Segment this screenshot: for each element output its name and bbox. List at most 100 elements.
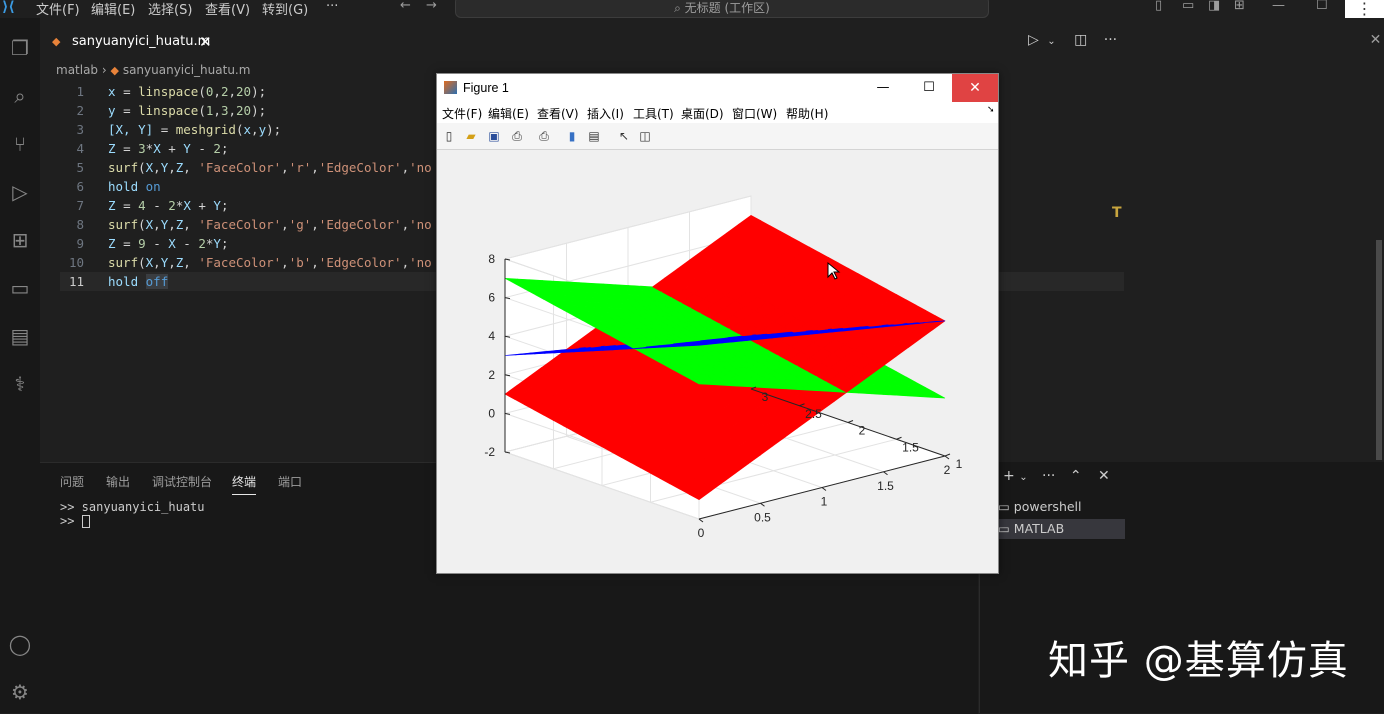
- matlab-logo-icon: [444, 81, 457, 94]
- more-actions-icon[interactable]: ···: [1042, 468, 1055, 484]
- notebook-icon[interactable]: ▤: [4, 320, 36, 352]
- fig-menu-insert[interactable]: 插入(I): [587, 105, 624, 122]
- line-number: 2: [76, 103, 84, 118]
- z-tick-label: 8: [488, 252, 495, 266]
- menu-go[interactable]: 转到(G): [262, 0, 308, 18]
- close-secondary-icon[interactable]: ✕: [1370, 32, 1382, 48]
- x-tick-label: 0: [698, 526, 705, 540]
- print-preview-icon[interactable]: ⎙: [536, 128, 552, 144]
- terminal-item-label: MATLAB: [1013, 521, 1065, 536]
- breadcrumb-folder[interactable]: matlab: [56, 63, 98, 77]
- fig-menu-edit[interactable]: 编辑(E): [488, 105, 529, 122]
- toggle-secondary-sidebar-icon[interactable]: ◨: [1208, 0, 1220, 13]
- line-number: 11: [68, 274, 84, 289]
- new-figure-icon[interactable]: ▯: [441, 128, 457, 144]
- print-icon[interactable]: ⎙: [509, 128, 525, 144]
- customize-layout-icon[interactable]: ⊞: [1234, 0, 1245, 13]
- source-control-icon[interactable]: ⑂: [4, 128, 36, 160]
- x-tick: [821, 487, 827, 491]
- dock-arrow-icon[interactable]: ➘: [987, 105, 995, 115]
- chevron-right-icon: ›: [101, 63, 111, 77]
- toggle-sidebar-icon[interactable]: ▯: [1155, 0, 1162, 13]
- fig-menu-help[interactable]: 帮助(H): [786, 105, 828, 122]
- vscode-logo-icon: ⟩⟨: [2, 0, 15, 15]
- legend-icon[interactable]: ▤: [586, 128, 602, 144]
- terminal-item-powershell[interactable]: ▭ powershell: [998, 497, 1125, 517]
- back-arrow-icon[interactable]: ←: [400, 0, 411, 13]
- more-actions-icon[interactable]: ···: [1104, 32, 1117, 48]
- fig-menu-window[interactable]: 窗口(W): [732, 105, 777, 122]
- tab-debug-console[interactable]: 调试控制台: [152, 473, 212, 490]
- tab-terminal[interactable]: 终端: [232, 473, 257, 495]
- x-tick: [883, 471, 888, 476]
- open-file-icon[interactable]: ▰: [463, 128, 479, 144]
- maximize-icon[interactable]: ☐: [1316, 0, 1328, 13]
- close-icon[interactable]: ✕: [952, 74, 998, 102]
- remote-explorer-icon[interactable]: ▭: [4, 272, 36, 304]
- terminal-dropdown-icon[interactable]: ⌄: [1019, 472, 1027, 483]
- menu-edit[interactable]: 编辑(E): [91, 0, 135, 18]
- settings-gear-icon[interactable]: ⚙: [4, 676, 36, 708]
- menu-view[interactable]: 查看(V): [205, 0, 250, 18]
- tab-label: sanyuanyici_huatu.m: [72, 34, 211, 49]
- run-dropdown-icon[interactable]: ⌄: [1047, 36, 1055, 47]
- terminal-output[interactable]: >> sanyuanyici_huatu >>: [60, 500, 205, 528]
- terminal-item-matlab[interactable]: ▭ MATLAB: [998, 519, 1125, 539]
- command-center[interactable]: ⌕ 无标题 (工作区): [455, 0, 989, 18]
- matlab-file-icon: ◆: [52, 35, 61, 48]
- account-icon[interactable]: ◯: [4, 628, 36, 660]
- split-editor-icon[interactable]: ◫: [1074, 32, 1087, 48]
- close-panel-icon[interactable]: ✕: [1098, 468, 1110, 484]
- menu-selection[interactable]: 选择(S): [148, 0, 192, 18]
- code-text: hold on: [108, 179, 161, 194]
- minimize-icon[interactable]: —: [860, 74, 906, 102]
- search-icon[interactable]: ⌕: [4, 80, 36, 112]
- code-text: [X, Y] = meshgrid(x,y);: [108, 122, 282, 137]
- tab-ports[interactable]: 端口: [278, 473, 302, 490]
- forward-arrow-icon[interactable]: →: [426, 0, 437, 13]
- maximize-panel-icon[interactable]: ⌃: [1070, 468, 1082, 484]
- new-terminal-icon[interactable]: +: [1003, 468, 1015, 484]
- maximize-icon[interactable]: ☐: [906, 74, 952, 102]
- scrollbar[interactable]: [1376, 240, 1382, 460]
- editor-tab[interactable]: ◆ sanyuanyici_huatu.m ✕: [44, 30, 219, 56]
- run-debug-icon[interactable]: ▷: [4, 176, 36, 208]
- toggle-panel-icon[interactable]: ▭: [1182, 0, 1194, 13]
- fig-menu-view[interactable]: 查看(V): [537, 105, 579, 122]
- minimize-icon[interactable]: —: [1272, 0, 1285, 13]
- terminal-item-label: powershell: [1013, 499, 1082, 514]
- line-number: 4: [76, 141, 84, 156]
- terminal-prompt: >>: [60, 514, 82, 528]
- line-number: 3: [76, 122, 84, 137]
- colorbar-icon[interactable]: ▮: [564, 128, 580, 144]
- pointer-icon[interactable]: ↖: [616, 128, 632, 144]
- property-inspector-icon[interactable]: ◫: [637, 128, 653, 144]
- terminal-cursor: [81, 515, 90, 528]
- fig-menu-file[interactable]: 文件(F): [442, 105, 482, 122]
- fig-menu-tools[interactable]: 工具(T): [633, 105, 674, 122]
- matlab-file-icon: ◆: [110, 64, 119, 77]
- code-text: x = linspace(0,2,20);: [108, 84, 267, 99]
- y-tick: [847, 420, 854, 423]
- extensions-icon[interactable]: ⊞: [4, 224, 36, 256]
- close-tab-icon[interactable]: ✕: [199, 33, 212, 51]
- tab-problems[interactable]: 问题: [60, 473, 84, 490]
- watermark: 知乎 @基算仿真: [1048, 638, 1349, 684]
- x-tick-label: 1: [821, 495, 828, 509]
- menu-file[interactable]: 文件(F): [36, 0, 80, 18]
- fig-menu-desktop[interactable]: 桌面(D): [681, 105, 724, 122]
- z-tick-label: 6: [488, 291, 495, 305]
- figure-window[interactable]: Figure 1 — ☐ ✕ 文件(F) 编辑(E) 查看(V) 插入(I) 工…: [436, 73, 999, 574]
- breadcrumb-file[interactable]: sanyuanyici_huatu.m: [123, 63, 251, 77]
- figure-titlebar[interactable]: Figure 1 — ☐ ✕: [437, 74, 998, 102]
- menu-more[interactable]: ···: [326, 0, 338, 14]
- python-icon[interactable]: ⚕: [4, 368, 36, 400]
- explorer-icon[interactable]: ❐: [4, 32, 36, 64]
- run-icon[interactable]: ▷: [1028, 32, 1039, 48]
- code-text: Z = 4 - 2*X + Y;: [108, 198, 229, 213]
- code-text: surf(X,Y,Z, 'FaceColor','g','EdgeColor',…: [108, 217, 432, 232]
- line-number: 5: [76, 160, 84, 175]
- tab-output[interactable]: 输出: [106, 473, 130, 490]
- save-icon[interactable]: ▣: [486, 128, 502, 144]
- surface-plot[interactable]: 00.511.52 11.522.53-202468: [437, 150, 998, 573]
